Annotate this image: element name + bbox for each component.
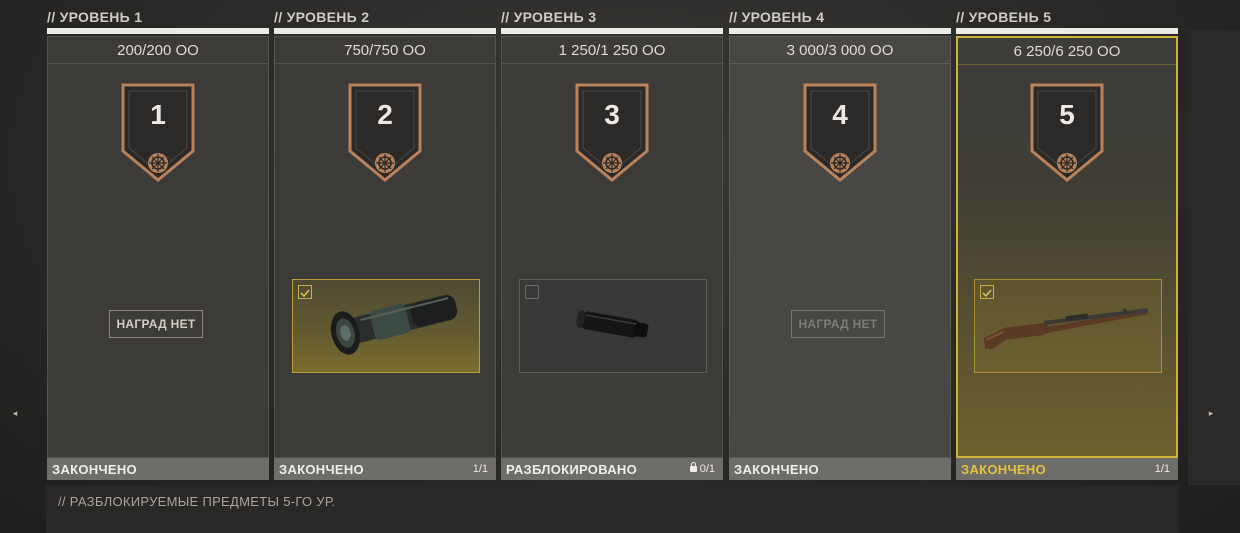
status-text: ЗАКОНЧЕНО — [52, 462, 137, 477]
shield-badge-icon — [1030, 83, 1104, 182]
scope-icon — [330, 294, 458, 355]
reward-count: 1/1 — [1154, 463, 1170, 475]
level-header: // УРОВЕНЬ 2 — [274, 9, 370, 25]
level-status-bar: ЗАКОНЧЕНО 1/1 — [274, 458, 496, 480]
level-card[interactable]: 1 250/1 250 ОО 3 — [501, 36, 723, 458]
xp-progress: 3 000/3 000 ОО — [730, 37, 950, 64]
xp-progress: 1 250/1 250 ОО — [502, 37, 722, 64]
level-number: 2 — [377, 99, 393, 130]
level-badge: 5 — [1029, 83, 1105, 183]
lock-icon — [689, 462, 697, 472]
level-column-5: // УРОВЕНЬ 5 6 250/6 250 ОО 5 ЗАКОНЧЕНО … — [956, 0, 1178, 481]
level-number: 4 — [832, 99, 848, 130]
reward-item-suppressor[interactable] — [519, 279, 707, 373]
reward-count: 1/1 — [472, 463, 488, 475]
reward-item-rifle[interactable] — [974, 279, 1162, 373]
level-column-1: // УРОВЕНЬ 1 200/200 ОО 1 НАГРАД НЕТ ЗАК… — [47, 0, 269, 481]
reward-count: 0/1 — [699, 463, 715, 475]
xp-progress: 750/750 ОО — [275, 37, 495, 64]
level-status-bar: ЗАКОНЧЕНО — [729, 458, 951, 480]
level-card[interactable]: 200/200 ОО 1 НАГРАД НЕТ — [47, 36, 269, 458]
scroll-right-button[interactable]: ▸ — [1206, 408, 1216, 419]
checkmark-icon — [982, 289, 992, 298]
no-rewards-label: НАГРАД НЕТ — [109, 310, 203, 338]
owned-checkbox — [298, 285, 312, 299]
level-badge: 4 — [802, 83, 878, 183]
status-text: РАЗБЛОКИРОВАНО — [506, 462, 638, 477]
unlock-description-panel: // РАЗБЛОКИРУЕМЫЕ ПРЕДМЕТЫ 5-ГО УР. — [46, 485, 1179, 533]
level-progress-bar — [956, 28, 1178, 34]
level-progress-bar — [501, 28, 723, 34]
level-status-bar: ЗАКОНЧЕНО — [47, 458, 269, 480]
unowned-checkbox — [525, 285, 539, 299]
level-number: 1 — [150, 99, 166, 130]
level-card[interactable]: 3 000/3 000 ОО 4 НАГРАД НЕТ — [729, 36, 951, 458]
level-status-bar: РАЗБЛОКИРОВАНО 0/1 — [501, 458, 723, 480]
shield-badge-icon — [575, 83, 649, 182]
reward-count-locked: 0/1 — [689, 462, 715, 475]
rifle-icon — [983, 308, 1149, 350]
level-number: 5 — [1059, 99, 1075, 130]
level-badge: 3 — [574, 83, 650, 183]
level-card[interactable]: 750/750 ОО 2 — [274, 36, 496, 458]
level-number: 3 — [604, 99, 620, 130]
level-header: // УРОВЕНЬ 4 — [729, 9, 825, 25]
level-header: // УРОВЕНЬ 1 — [47, 9, 143, 25]
level-progress-bar — [47, 28, 269, 34]
level-header: // УРОВЕНЬ 5 — [956, 9, 1052, 25]
xp-progress: 6 250/6 250 ОО — [958, 38, 1176, 65]
level-column-2: // УРОВЕНЬ 2 750/750 ОО 2 ЗАКОНЧЕНО 1/1 — [274, 0, 496, 481]
xp-progress: 200/200 ОО — [48, 37, 268, 64]
status-text: ЗАКОНЧЕНО — [279, 462, 364, 477]
status-text: ЗАКОНЧЕНО — [961, 462, 1046, 477]
unlock-description-title: // РАЗБЛОКИРУЕМЫЕ ПРЕДМЕТЫ 5-ГО УР. — [58, 494, 336, 509]
level-column-4: // УРОВЕНЬ 4 3 000/3 000 ОО 4 НАГРАД НЕТ… — [729, 0, 951, 481]
level-header: // УРОВЕНЬ 3 — [501, 9, 597, 25]
level-column-3: // УРОВЕНЬ 3 1 250/1 250 ОО 3 РАЗБЛОКИРО… — [501, 0, 723, 481]
reward-item-scope[interactable] — [292, 279, 480, 373]
checkmark-icon — [300, 289, 310, 298]
suppressor-icon — [576, 310, 649, 338]
no-rewards-label: НАГРАД НЕТ — [791, 310, 885, 338]
level-status-bar: ЗАКОНЧЕНО 1/1 — [956, 458, 1178, 480]
level-progress-bar — [729, 28, 951, 34]
shield-badge-icon — [348, 83, 422, 182]
owned-checkbox — [980, 285, 994, 299]
level-badge: 1 — [120, 83, 196, 183]
level-badge: 2 — [347, 83, 423, 183]
scroll-left-button[interactable]: ◂ — [10, 408, 20, 419]
shield-badge-icon — [803, 83, 877, 182]
level-progress-bar — [274, 28, 496, 34]
shield-badge-icon — [121, 83, 195, 182]
level-card-selected[interactable]: 6 250/6 250 ОО 5 — [956, 36, 1178, 458]
status-text: ЗАКОНЧЕНО — [734, 462, 819, 477]
